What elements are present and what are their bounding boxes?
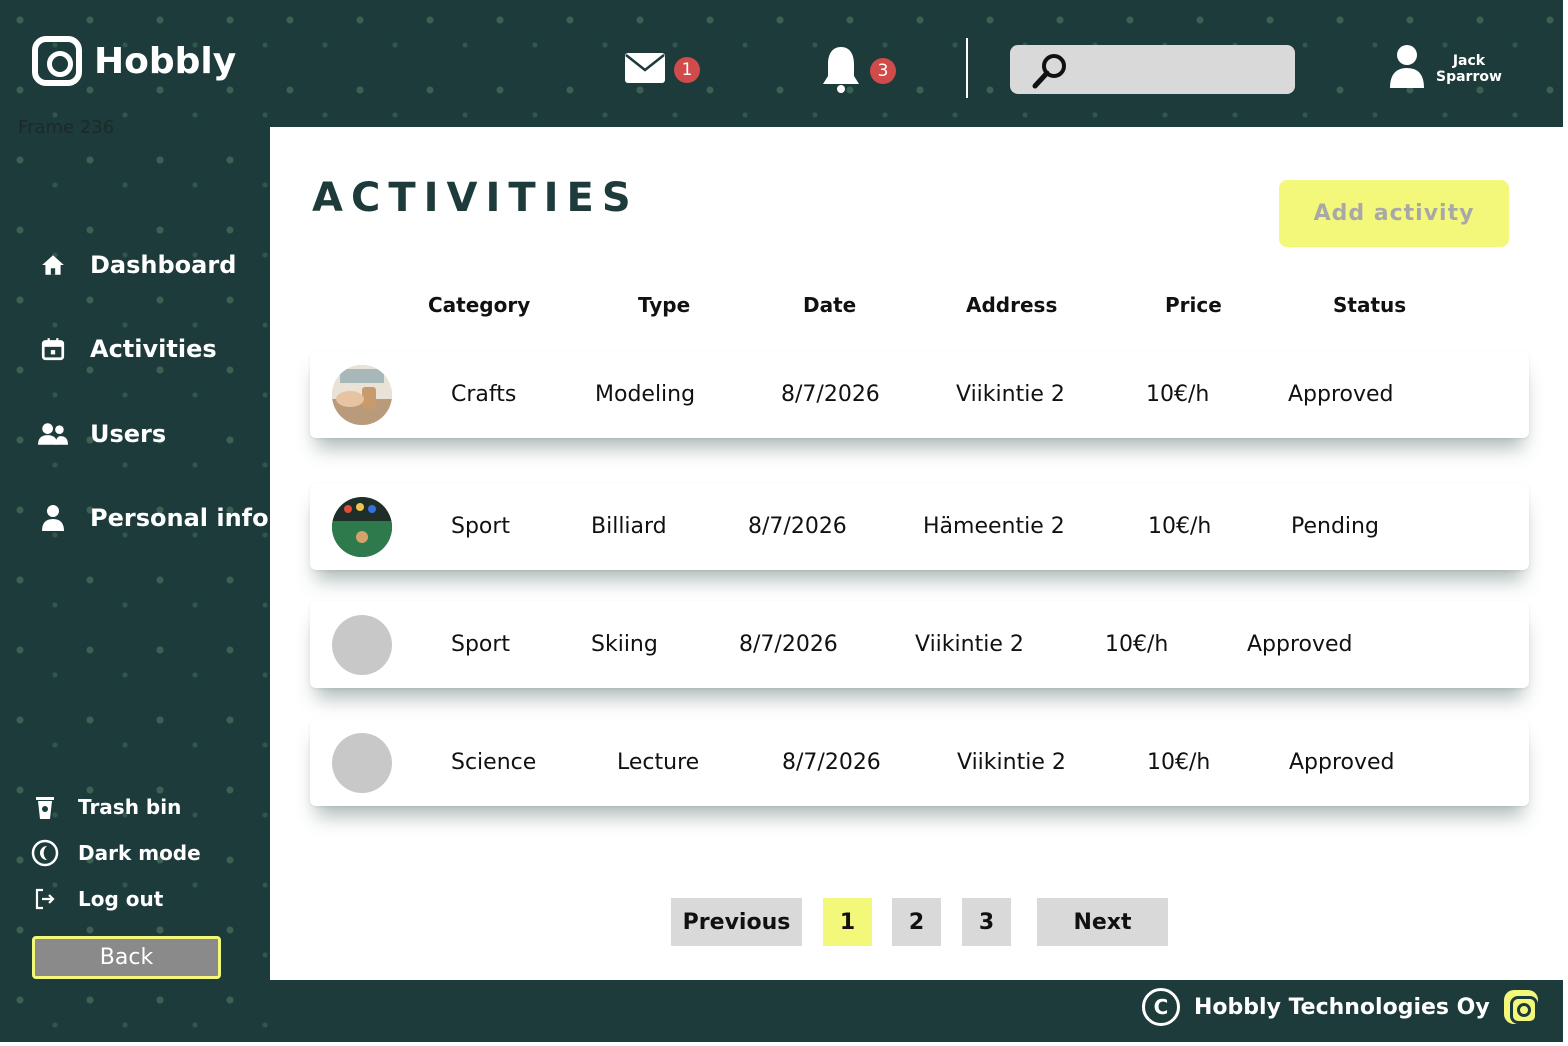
sidebar-item-trash-bin[interactable]: Trash bin: [30, 792, 181, 822]
sidebar-item-personal-info[interactable]: Personal info: [38, 503, 269, 533]
search-input[interactable]: [1080, 53, 1280, 85]
next-page-button[interactable]: Next: [1037, 898, 1168, 946]
cell-date: 8/7/2026: [781, 382, 880, 407]
frame-label: Frame 236: [18, 117, 115, 138]
cell-address: Viikintie 2: [956, 382, 1065, 407]
column-header-price[interactable]: Price: [1165, 293, 1222, 317]
app-name: Hobbly: [94, 40, 237, 82]
header-divider: [966, 38, 968, 98]
company-name: Hobbly Technologies Oy: [1194, 994, 1490, 1020]
sidebar-item-label: Personal info: [90, 504, 269, 532]
sidebar-item-label: Trash bin: [78, 795, 182, 819]
user-first-name: Jack: [1452, 53, 1486, 69]
table-row[interactable]: Crafts Modeling 8/7/2026 Viikintie 2 10€…: [310, 351, 1529, 438]
notifications-count-badge: 3: [870, 58, 896, 84]
cell-address: Viikintie 2: [915, 632, 1024, 657]
page-title: ACTIVITIES: [312, 175, 639, 221]
cell-price: 10€/h: [1105, 632, 1169, 657]
page-3-button[interactable]: 3: [962, 898, 1011, 946]
table-row[interactable]: Sport Skiing 8/7/2026 Viikintie 2 10€/h …: [310, 601, 1529, 688]
user-icon: [1388, 44, 1426, 94]
bell-icon: [820, 44, 862, 98]
person-icon: [38, 503, 68, 533]
sidebar-item-users[interactable]: Users: [38, 419, 166, 449]
activity-thumbnail: [332, 733, 392, 793]
cell-address: Hämeentie 2: [923, 514, 1065, 539]
sidebar-item-label: Dark mode: [78, 841, 201, 865]
column-header-category[interactable]: Category: [428, 293, 530, 317]
notifications-button[interactable]: 3: [820, 44, 896, 98]
sidebar: Hobbly Frame 236 Dashboard Activities Us…: [0, 0, 270, 1042]
back-button[interactable]: Back: [32, 936, 221, 979]
copyright-icon: C: [1142, 988, 1180, 1026]
app-logo[interactable]: Hobbly: [32, 36, 236, 86]
sidebar-item-dashboard[interactable]: Dashboard: [38, 250, 236, 280]
activity-thumbnail: [332, 365, 392, 425]
column-header-type[interactable]: Type: [638, 293, 690, 317]
cell-type: Skiing: [591, 632, 658, 657]
main-content: ACTIVITIES Add activity Category Type Da…: [270, 127, 1563, 980]
sidebar-item-label: Dashboard: [90, 251, 237, 279]
sidebar-item-log-out[interactable]: Log out: [30, 884, 163, 914]
page-2-button[interactable]: 2: [892, 898, 941, 946]
column-header-date[interactable]: Date: [803, 293, 856, 317]
cell-status: Approved: [1288, 382, 1394, 407]
mail-icon: [624, 52, 666, 88]
user-name: Jack Sparrow: [1436, 53, 1502, 85]
cell-price: 10€/h: [1148, 514, 1212, 539]
sidebar-item-activities[interactable]: Activities: [38, 334, 217, 364]
cell-type: Modeling: [595, 382, 696, 407]
cell-category: Crafts: [451, 382, 517, 407]
cell-status: Approved: [1289, 750, 1395, 775]
search-bar[interactable]: [1010, 45, 1295, 94]
sidebar-item-label: Log out: [78, 887, 164, 911]
cell-type: Lecture: [617, 750, 700, 775]
cell-price: 10€/h: [1146, 382, 1210, 407]
cell-date: 8/7/2026: [739, 632, 838, 657]
calendar-icon: [38, 334, 68, 364]
messages-count-badge: 1: [674, 57, 700, 83]
page-1-button[interactable]: 1: [823, 898, 872, 946]
cell-category: Sport: [451, 632, 511, 657]
footer: C Hobbly Technologies Oy: [270, 980, 1563, 1042]
logout-icon: [30, 884, 60, 914]
cell-type: Billiard: [591, 514, 667, 539]
column-header-address[interactable]: Address: [966, 293, 1057, 317]
home-icon: [38, 250, 68, 280]
trash-icon: [30, 792, 60, 822]
cell-date: 8/7/2026: [782, 750, 881, 775]
table-row[interactable]: Sport Billiard 8/7/2026 Hämeentie 2 10€/…: [310, 483, 1529, 570]
column-header-status[interactable]: Status: [1333, 293, 1406, 317]
users-icon: [38, 419, 68, 449]
user-last-name: Sparrow: [1436, 69, 1502, 85]
cell-address: Viikintie 2: [957, 750, 1066, 775]
sidebar-item-label: Users: [90, 420, 167, 448]
cell-category: Sport: [451, 514, 511, 539]
cell-status: Pending: [1291, 514, 1379, 539]
moon-icon: [30, 838, 60, 868]
cell-category: Science: [451, 750, 537, 775]
cell-status: Approved: [1247, 632, 1353, 657]
logo-icon: [32, 36, 82, 86]
cell-price: 10€/h: [1147, 750, 1211, 775]
sidebar-item-dark-mode[interactable]: Dark mode: [30, 838, 201, 868]
table-row[interactable]: Science Lecture 8/7/2026 Viikintie 2 10€…: [310, 719, 1529, 806]
activity-thumbnail: [332, 615, 392, 675]
footer-brand: C Hobbly Technologies Oy: [1142, 988, 1538, 1026]
search-icon[interactable]: [1030, 51, 1070, 95]
activity-thumbnail: [332, 497, 392, 557]
sidebar-item-label: Activities: [90, 335, 217, 363]
messages-button[interactable]: 1: [624, 52, 700, 88]
add-activity-button[interactable]: Add activity: [1279, 180, 1509, 247]
top-header: 1 3 Jack Sparrow: [270, 0, 1563, 127]
user-profile[interactable]: Jack Sparrow: [1388, 44, 1502, 94]
previous-page-button[interactable]: Previous: [671, 898, 802, 946]
footer-logo-icon: [1503, 990, 1538, 1024]
cell-date: 8/7/2026: [748, 514, 847, 539]
